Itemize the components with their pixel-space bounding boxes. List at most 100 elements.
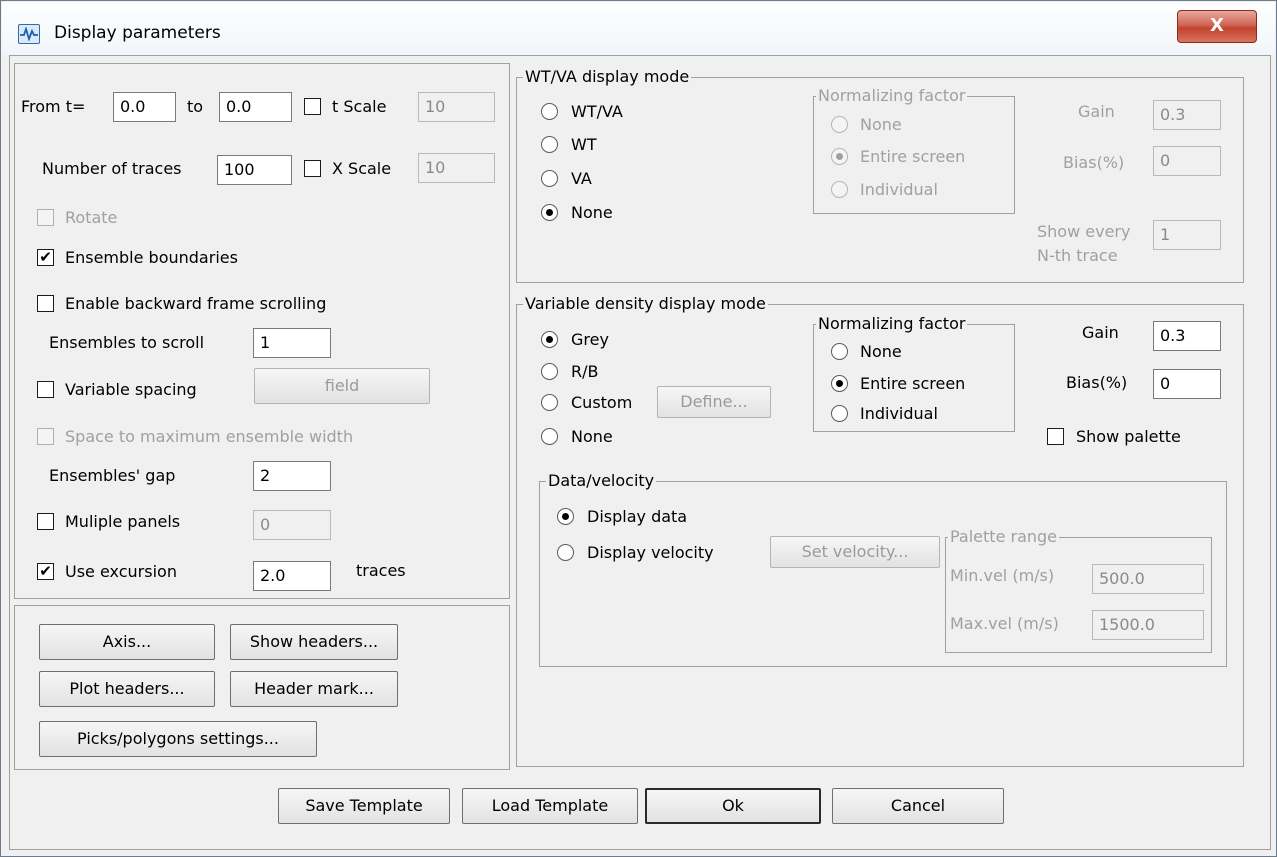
vd-bias-input[interactable]: 0 bbox=[1153, 369, 1221, 399]
space-to-max-label: Space to maximum ensemble width bbox=[65, 427, 354, 446]
wtva-mode-wtva-radio[interactable] bbox=[541, 103, 558, 120]
to-label: to bbox=[187, 97, 204, 116]
from-t-input[interactable]: 0.0 bbox=[113, 92, 176, 122]
vd-norm-none-label: None bbox=[860, 342, 902, 361]
ensembles-gap-label: Ensembles' gap bbox=[49, 466, 176, 485]
number-of-traces-input[interactable]: 100 bbox=[217, 155, 292, 185]
wtva-norm-entire-label: Entire screen bbox=[860, 147, 966, 166]
variable-spacing-checkbox[interactable] bbox=[37, 381, 54, 398]
display-velocity-label: Display velocity bbox=[587, 543, 714, 562]
title-bar[interactable]: Display parameters X bbox=[2, 2, 1275, 55]
multiple-panels-input[interactable]: 0 bbox=[253, 510, 331, 540]
vd-norm-entire-radio[interactable] bbox=[831, 375, 848, 392]
wtva-norm-individual-label: Individual bbox=[860, 180, 938, 199]
set-velocity-button[interactable]: Set velocity... bbox=[770, 536, 940, 568]
multiple-panels-checkbox[interactable] bbox=[37, 513, 54, 530]
wtva-title: WT/VA display mode bbox=[523, 67, 692, 87]
palette-range-group: Palette range Min.vel (m/s) 500.0 Max.ve… bbox=[945, 527, 1212, 653]
wtva-norm-none-label: None bbox=[860, 115, 902, 134]
data-velocity-group: Data/velocity Display data Display veloc… bbox=[539, 471, 1227, 667]
define-button[interactable]: Define... bbox=[657, 386, 771, 418]
traces-unit-label: traces bbox=[356, 561, 406, 580]
wtva-mode-wtva-label: WT/VA bbox=[571, 102, 623, 121]
picks-polygons-button[interactable]: Picks/polygons settings... bbox=[39, 721, 317, 757]
plot-headers-button[interactable]: Plot headers... bbox=[39, 671, 215, 707]
wtva-gain-input[interactable]: 0.3 bbox=[1153, 100, 1221, 130]
general-options-panel: From t= 0.0 to 0.0 t Scale 10 Number of … bbox=[14, 63, 510, 599]
vd-mode-custom-radio[interactable] bbox=[541, 394, 558, 411]
t-scale-label: t Scale bbox=[332, 97, 387, 116]
max-vel-label: Max.vel (m/s) bbox=[950, 614, 1059, 633]
vd-mode-custom-label: Custom bbox=[571, 393, 633, 412]
vd-mode-rb-radio[interactable] bbox=[541, 363, 558, 380]
wtva-mode-wt-radio[interactable] bbox=[541, 136, 558, 153]
min-vel-input[interactable]: 500.0 bbox=[1092, 564, 1204, 594]
axis-button[interactable]: Axis... bbox=[39, 624, 215, 660]
x-scale-checkbox[interactable] bbox=[304, 160, 321, 177]
wtva-bias-label: Bias(%) bbox=[1063, 153, 1125, 172]
header-mark-button[interactable]: Header mark... bbox=[230, 671, 398, 707]
ok-button[interactable]: Ok bbox=[645, 788, 821, 824]
ensembles-gap-input[interactable]: 2 bbox=[253, 461, 331, 491]
vd-norm-entire-label: Entire screen bbox=[860, 374, 966, 393]
wtva-nth-trace-label: N-th trace bbox=[1037, 246, 1118, 265]
vd-normalizing-group: Normalizing factor None Entire screen In… bbox=[813, 314, 1015, 432]
wtva-norm-individual-radio[interactable] bbox=[831, 181, 848, 198]
vd-gain-label: Gain bbox=[1082, 323, 1119, 342]
wtva-mode-none-radio[interactable] bbox=[541, 204, 558, 221]
wtva-norm-entire-radio[interactable] bbox=[831, 148, 848, 165]
wtva-panel: WT/VA display mode WT/VA WT VA None Norm… bbox=[516, 67, 1244, 283]
vd-norm-individual-radio[interactable] bbox=[831, 405, 848, 422]
rotate-label: Rotate bbox=[65, 208, 118, 227]
ensembles-to-scroll-input[interactable]: 1 bbox=[253, 328, 331, 358]
load-template-button[interactable]: Load Template bbox=[462, 788, 638, 824]
ensembles-to-scroll-label: Ensembles to scroll bbox=[49, 333, 205, 352]
x-scale-input[interactable]: 10 bbox=[418, 153, 495, 183]
use-excursion-checkbox[interactable]: ✔ bbox=[37, 563, 54, 580]
data-velocity-title: Data/velocity bbox=[546, 471, 657, 491]
t-scale-checkbox[interactable] bbox=[304, 98, 321, 115]
dialog-window: Display parameters X From t= 0.0 to 0.0 … bbox=[0, 0, 1277, 857]
cancel-button[interactable]: Cancel bbox=[832, 788, 1004, 824]
max-vel-input[interactable]: 1500.0 bbox=[1092, 610, 1204, 640]
variable-density-panel: Variable density display mode Grey R/B C… bbox=[516, 294, 1244, 767]
use-excursion-label: Use excursion bbox=[65, 562, 177, 581]
backward-scrolling-label: Enable backward frame scrolling bbox=[65, 294, 327, 313]
display-velocity-radio[interactable] bbox=[557, 544, 574, 561]
rotate-checkbox[interactable] bbox=[37, 209, 54, 226]
close-button[interactable]: X bbox=[1177, 10, 1257, 43]
wtva-mode-none-label: None bbox=[571, 203, 613, 222]
wtva-mode-va-radio[interactable] bbox=[541, 170, 558, 187]
wtva-normalizing-group: Normalizing factor None Entire screen In… bbox=[813, 86, 1015, 214]
from-t-label: From t= bbox=[21, 97, 86, 116]
field-button[interactable]: field bbox=[254, 368, 430, 404]
space-to-max-checkbox[interactable] bbox=[37, 428, 54, 445]
vd-norm-individual-label: Individual bbox=[860, 404, 938, 423]
excursion-input[interactable]: 2.0 bbox=[253, 561, 331, 591]
to-t-input[interactable]: 0.0 bbox=[219, 92, 292, 122]
show-palette-checkbox[interactable] bbox=[1047, 428, 1064, 445]
show-headers-button[interactable]: Show headers... bbox=[230, 624, 398, 660]
save-template-button[interactable]: Save Template bbox=[278, 788, 450, 824]
vd-bias-label: Bias(%) bbox=[1066, 373, 1128, 392]
display-data-radio[interactable] bbox=[557, 508, 574, 525]
vd-mode-grey-label: Grey bbox=[571, 330, 609, 349]
multiple-panels-label: Muliple panels bbox=[65, 512, 181, 531]
ensemble-boundaries-checkbox[interactable]: ✔ bbox=[37, 249, 54, 266]
variable-spacing-label: Variable spacing bbox=[65, 380, 197, 399]
wtva-bias-input[interactable]: 0 bbox=[1153, 146, 1221, 176]
vd-mode-grey-radio[interactable] bbox=[541, 331, 558, 348]
vd-mode-rb-label: R/B bbox=[571, 362, 599, 381]
t-scale-input[interactable]: 10 bbox=[418, 92, 495, 122]
variable-density-title: Variable density display mode bbox=[523, 294, 768, 314]
wtva-gain-label: Gain bbox=[1078, 102, 1115, 121]
vd-gain-input[interactable]: 0.3 bbox=[1153, 321, 1221, 351]
vd-norm-none-radio[interactable] bbox=[831, 343, 848, 360]
waveform-icon bbox=[18, 24, 40, 44]
wtva-show-every-input[interactable]: 1 bbox=[1153, 220, 1221, 250]
backward-scrolling-checkbox[interactable] bbox=[37, 295, 54, 312]
x-scale-label: X Scale bbox=[332, 159, 392, 178]
wtva-normalizing-title: Normalizing factor bbox=[816, 86, 968, 106]
vd-mode-none-radio[interactable] bbox=[541, 428, 558, 445]
wtva-norm-none-radio[interactable] bbox=[831, 116, 848, 133]
